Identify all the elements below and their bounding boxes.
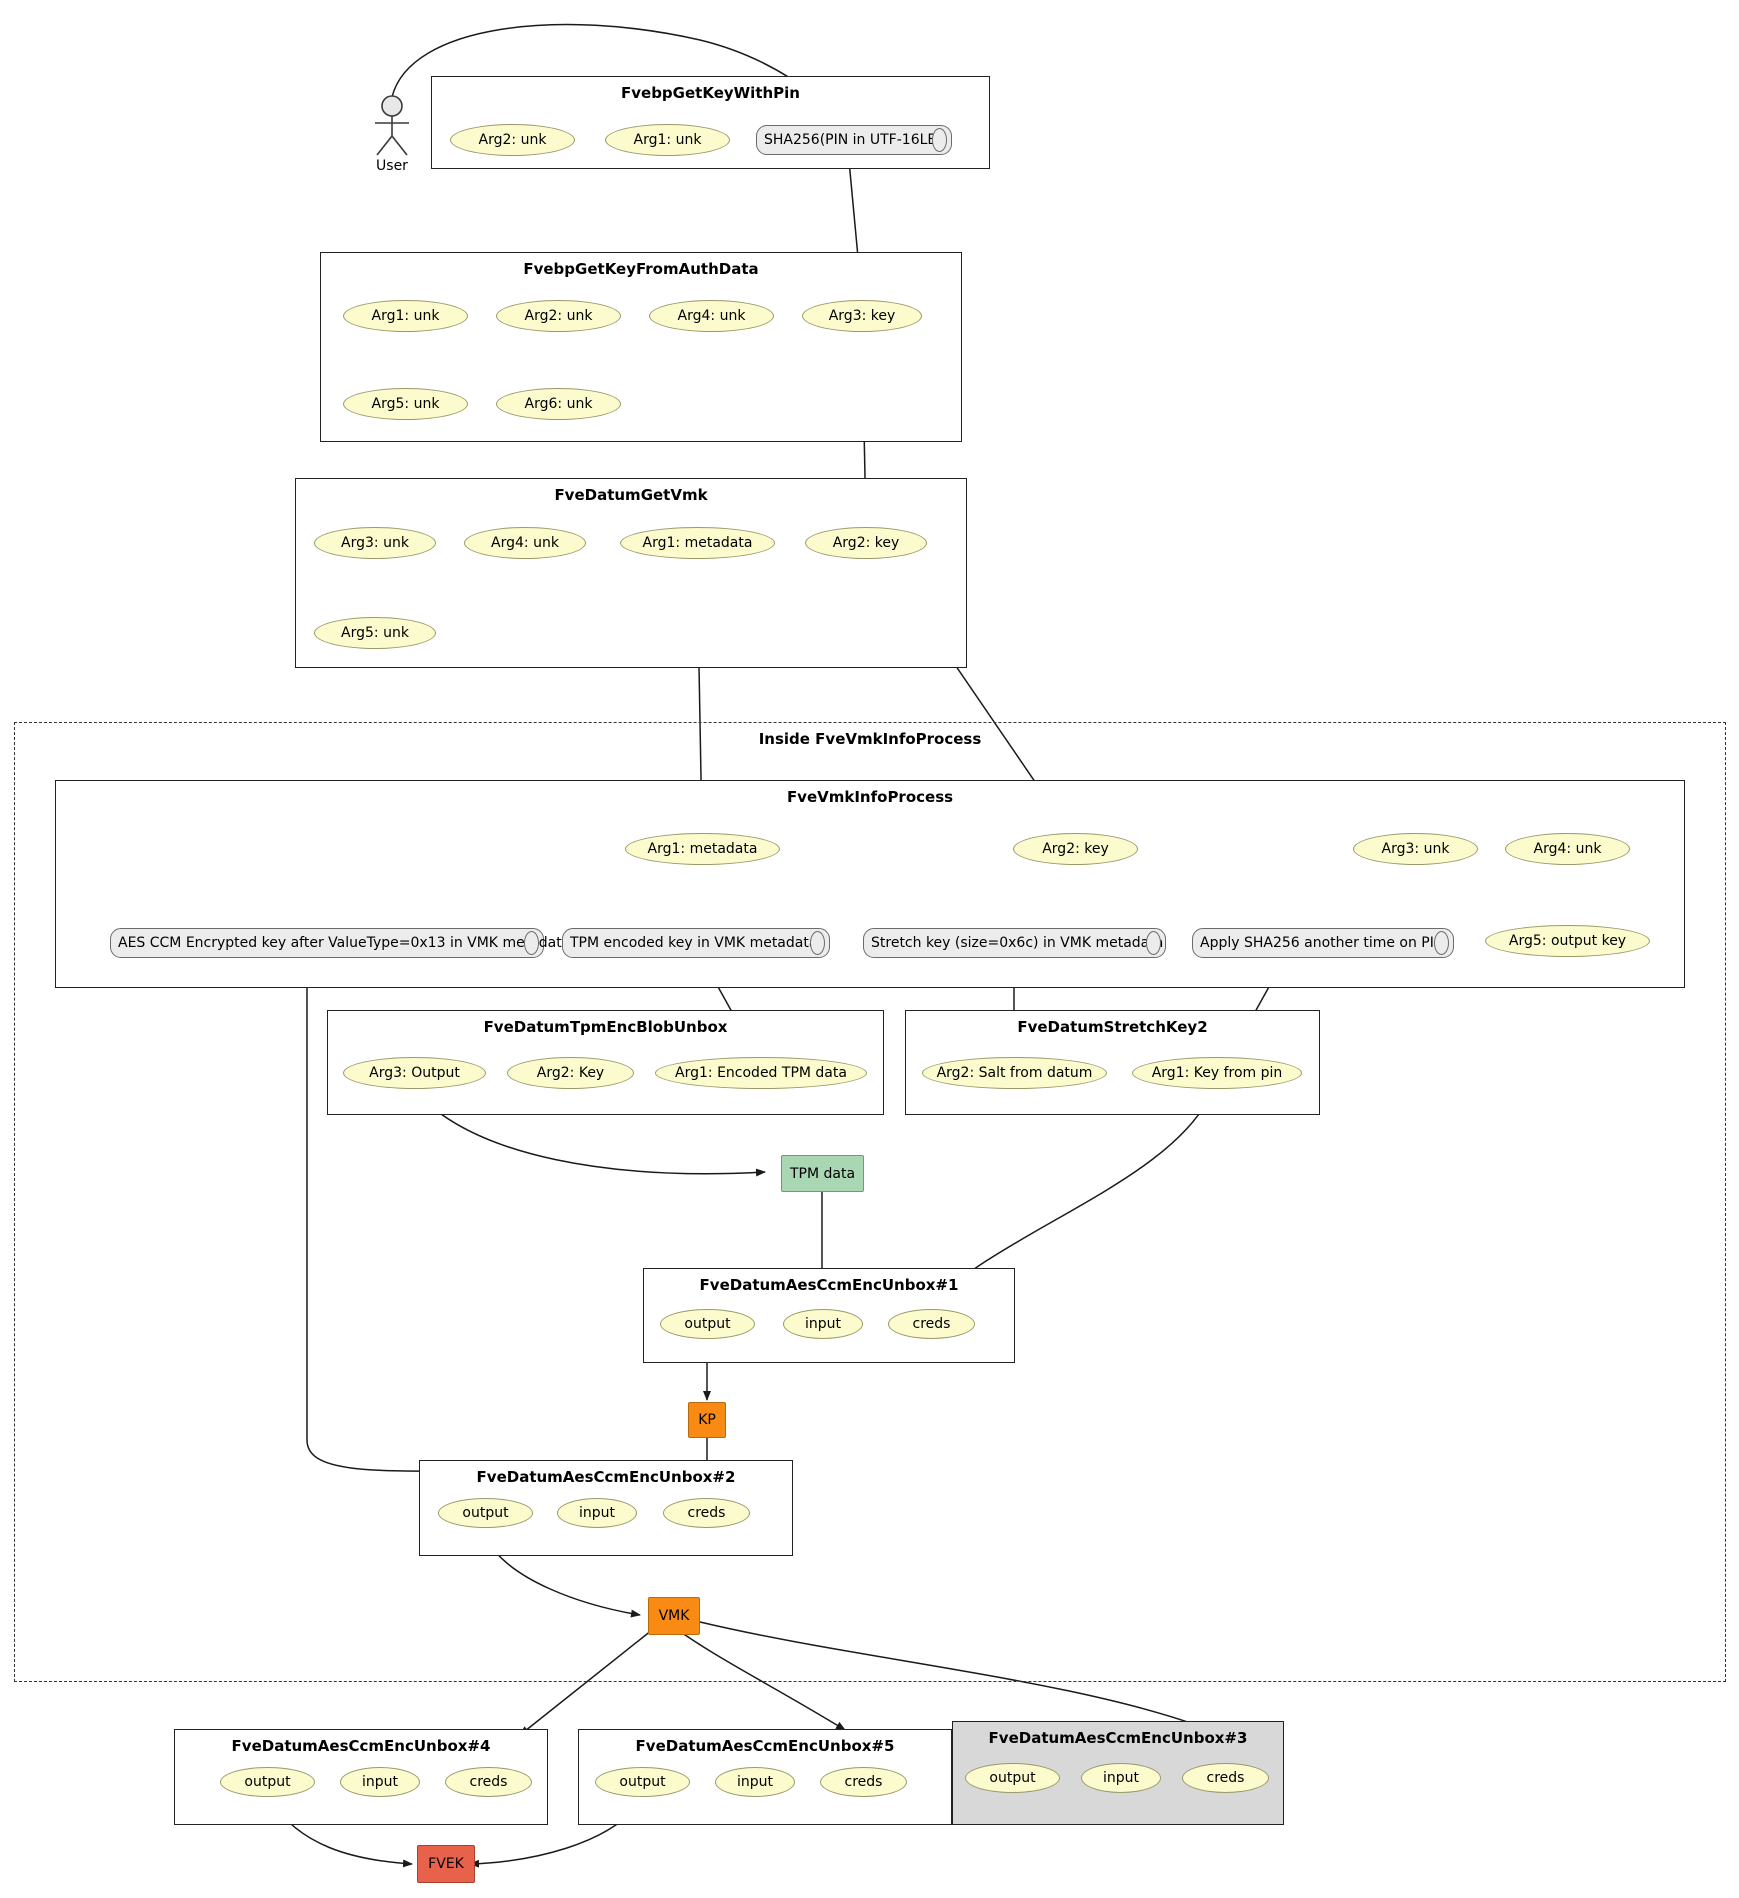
node-gkfad-arg2[interactable]: Arg2: unk [496,300,621,332]
package-title: FveVmkInfoProcess [786,788,954,806]
node-unbox1-input[interactable]: input [783,1309,863,1339]
package-title: FveDatumGetVmk [554,486,708,504]
artifact-fvek[interactable]: FVEK [417,1845,475,1883]
node-unbox1-output[interactable]: output [660,1309,755,1339]
node-gvmk-arg5[interactable]: Arg5: unk [314,617,436,649]
node-tpm-arg1-encoded-tpm-data[interactable]: Arg1: Encoded TPM data [655,1057,867,1089]
node-unbox4-output[interactable]: output [220,1767,315,1797]
node-unbox4-creds[interactable]: creds [445,1767,532,1797]
node-gvmk-arg2[interactable]: Arg2: key [805,527,927,559]
frame-title: Inside FveVmkInfoProcess [758,730,982,748]
node-vip-arg4[interactable]: Arg4: unk [1505,833,1630,865]
node-sk-arg2-salt-from-datum[interactable]: Arg2: Salt from datum [922,1057,1107,1089]
node-unbox2-input[interactable]: input [557,1498,637,1528]
node-unbox5-input[interactable]: input [715,1767,795,1797]
node-sk-arg1-key-from-pin[interactable]: Arg1: Key from pin [1132,1057,1302,1089]
node-tpm-arg3-output[interactable]: Arg3: Output [343,1057,486,1089]
node-gvmk-arg4[interactable]: Arg4: unk [464,527,586,559]
node-vip-arg2[interactable]: Arg2: key [1013,833,1138,865]
node-unbox3-creds[interactable]: creds [1182,1763,1269,1793]
package-title: FveDatumAesCcmEncUnbox#1 [699,1276,959,1294]
node-gkwp-arg1[interactable]: Arg1: unk [605,124,730,156]
package-title: FveDatumAesCcmEncUnbox#2 [476,1468,736,1486]
node-vip-tpm-encoded-key[interactable]: TPM encoded key in VMK metadata [562,928,830,958]
node-vip-stretch-key[interactable]: Stretch key (size=0x6c) in VMK metadata [863,928,1166,958]
node-unbox1-creds[interactable]: creds [888,1309,975,1339]
package-title: FveDatumAesCcmEncUnbox#3 [988,1729,1248,1747]
node-gkwp-arg2[interactable]: Arg2: unk [450,124,575,156]
package-title: FveDatumAesCcmEncUnbox#5 [635,1737,895,1755]
node-gkwp-sha256[interactable]: SHA256(PIN in UTF-16LE) [756,125,952,155]
node-unbox4-input[interactable]: input [340,1767,420,1797]
artifact-kp[interactable]: KP [688,1402,726,1438]
actor-user-label: User [376,158,408,174]
node-gkfad-arg4[interactable]: Arg4: unk [649,300,774,332]
node-vip-arg1[interactable]: Arg1: metadata [625,833,780,865]
node-vip-apply-sha256[interactable]: Apply SHA256 another time on PIN [1192,928,1454,958]
package-title: FvebpGetKeyWithPin [621,84,800,102]
package-title: FvebpGetKeyFromAuthData [523,260,759,278]
node-gkfad-arg3[interactable]: Arg3: key [802,300,922,332]
node-gkfad-arg5[interactable]: Arg5: unk [343,388,468,420]
node-gkfad-arg6[interactable]: Arg6: unk [496,388,621,420]
node-vip-arg3[interactable]: Arg3: unk [1353,833,1478,865]
package-title: FveDatumAesCcmEncUnbox#4 [231,1737,491,1755]
node-unbox2-output[interactable]: output [438,1498,533,1528]
node-unbox3-input[interactable]: input [1081,1763,1161,1793]
node-unbox5-output[interactable]: output [595,1767,690,1797]
diagram-canvas: User FvebpGetKeyWithPin Arg2: unk Arg1: … [0,0,1739,1898]
node-vip-arg5[interactable]: Arg5: output key [1485,925,1650,957]
artifact-tpm-data[interactable]: TPM data [781,1155,864,1192]
node-vip-aes-ccm-encrypted-key[interactable]: AES CCM Encrypted key after ValueType=0x… [110,928,570,958]
node-gkfad-arg1[interactable]: Arg1: unk [343,300,468,332]
node-tpm-arg2-key[interactable]: Arg2: Key [507,1057,634,1089]
node-gvmk-arg3[interactable]: Arg3: unk [314,527,436,559]
node-unbox3-output[interactable]: output [965,1763,1060,1793]
package-title: FveDatumStretchKey2 [1017,1018,1208,1036]
node-gvmk-arg1[interactable]: Arg1: metadata [620,527,775,559]
actor-user-figure [375,95,409,156]
artifact-vmk[interactable]: VMK [648,1597,700,1635]
node-unbox2-creds[interactable]: creds [663,1498,750,1528]
node-unbox5-creds[interactable]: creds [820,1767,907,1797]
package-title: FveDatumTpmEncBlobUnbox [483,1018,728,1036]
